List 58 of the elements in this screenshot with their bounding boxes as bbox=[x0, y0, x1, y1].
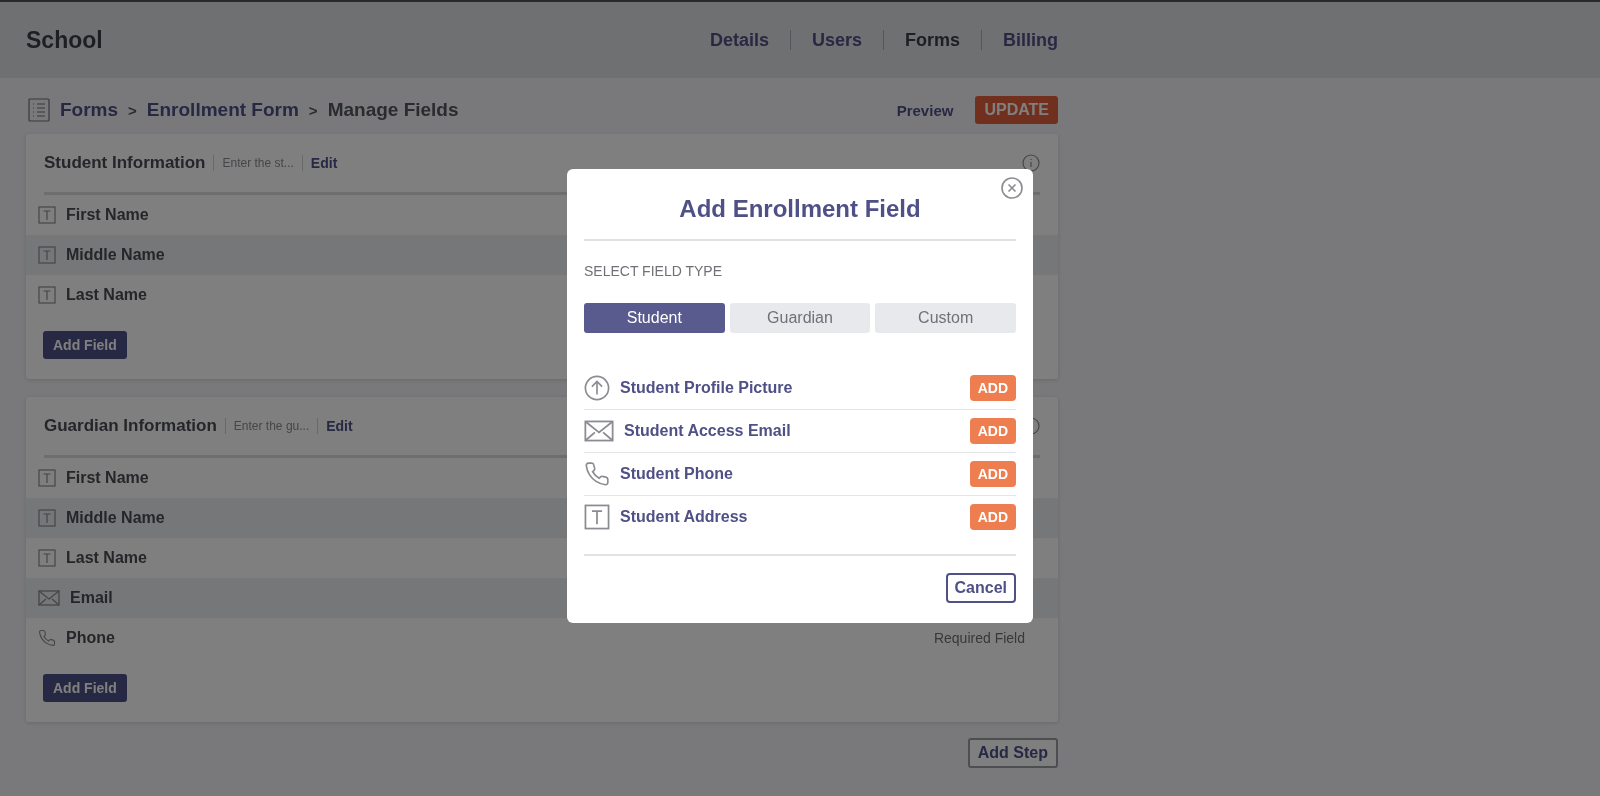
add-field-button[interactable]: Add Field bbox=[43, 674, 127, 702]
field-type-tab[interactable]: Student bbox=[584, 303, 725, 333]
add-button[interactable]: ADD bbox=[969, 504, 1016, 530]
app-title: School bbox=[26, 26, 103, 54]
add-button[interactable]: ADD bbox=[969, 418, 1016, 444]
close-button[interactable] bbox=[1001, 177, 1023, 199]
cancel-button[interactable]: Cancel bbox=[945, 573, 1016, 603]
modal-title: Add Enrollment Field bbox=[584, 169, 1016, 241]
list-icon bbox=[28, 98, 50, 122]
breadcrumb-separator: > bbox=[308, 101, 318, 119]
field-row[interactable]: Phone Required Field bbox=[26, 618, 1058, 658]
field-label: Last Name bbox=[66, 286, 147, 304]
field-label: Last Name bbox=[66, 549, 147, 567]
add-step-button[interactable]: Add Step bbox=[967, 738, 1058, 768]
text-field-icon bbox=[38, 509, 56, 527]
field-type-tab[interactable]: Guardian bbox=[729, 303, 871, 333]
text-field-icon bbox=[38, 286, 56, 304]
field-label: First Name bbox=[66, 469, 149, 487]
add-button[interactable]: ADD bbox=[969, 375, 1016, 401]
envelope-icon bbox=[38, 590, 60, 606]
page-heading: Manage Fields bbox=[327, 99, 459, 121]
add-field-button[interactable]: Add Field bbox=[43, 331, 127, 359]
text-field-icon bbox=[38, 469, 56, 487]
required-note: Required Field bbox=[933, 630, 1025, 646]
section-description: Enter the gu... bbox=[233, 419, 310, 433]
field-type-tab[interactable]: Custom bbox=[875, 303, 1016, 333]
phone-icon bbox=[38, 629, 56, 647]
nav-link[interactable]: Forms bbox=[905, 29, 960, 51]
nav-link[interactable]: Details bbox=[709, 29, 769, 51]
field-label: Middle Name bbox=[66, 509, 165, 527]
field-label: Middle Name bbox=[66, 246, 165, 264]
phone-icon bbox=[584, 461, 610, 487]
option-label: Student Access Email bbox=[624, 422, 791, 440]
info-icon[interactable] bbox=[1022, 154, 1040, 172]
field-label: Email bbox=[70, 589, 113, 607]
text-field-icon bbox=[38, 549, 56, 567]
edit-link[interactable]: Edit bbox=[326, 418, 353, 434]
preview-link[interactable]: Preview bbox=[896, 101, 954, 119]
envelope-icon bbox=[584, 419, 614, 443]
nav-link[interactable]: Billing bbox=[1003, 29, 1058, 51]
section-description: Enter the st... bbox=[222, 156, 294, 170]
text-field-icon bbox=[38, 206, 56, 224]
option-label: Student Address bbox=[620, 508, 748, 526]
text-field-icon bbox=[584, 504, 610, 530]
update-button[interactable]: UPDATE bbox=[975, 96, 1058, 124]
section-title: Guardian Information bbox=[44, 416, 217, 436]
edit-link[interactable]: Edit bbox=[310, 155, 338, 171]
field-label: Phone bbox=[66, 629, 115, 647]
field-label: First Name bbox=[66, 206, 149, 224]
text-field-icon bbox=[38, 246, 56, 264]
add-button[interactable]: ADD bbox=[969, 461, 1016, 487]
option-label: Student Profile Picture bbox=[620, 379, 793, 397]
nav-link[interactable]: Users bbox=[811, 29, 862, 51]
breadcrumb-separator: > bbox=[128, 101, 137, 119]
option-label: Student Phone bbox=[620, 465, 733, 483]
breadcrumb-link[interactable]: Enrollment Form bbox=[146, 99, 299, 121]
section-title: Student Information bbox=[44, 153, 206, 173]
breadcrumb-link[interactable]: Forms bbox=[60, 99, 119, 121]
